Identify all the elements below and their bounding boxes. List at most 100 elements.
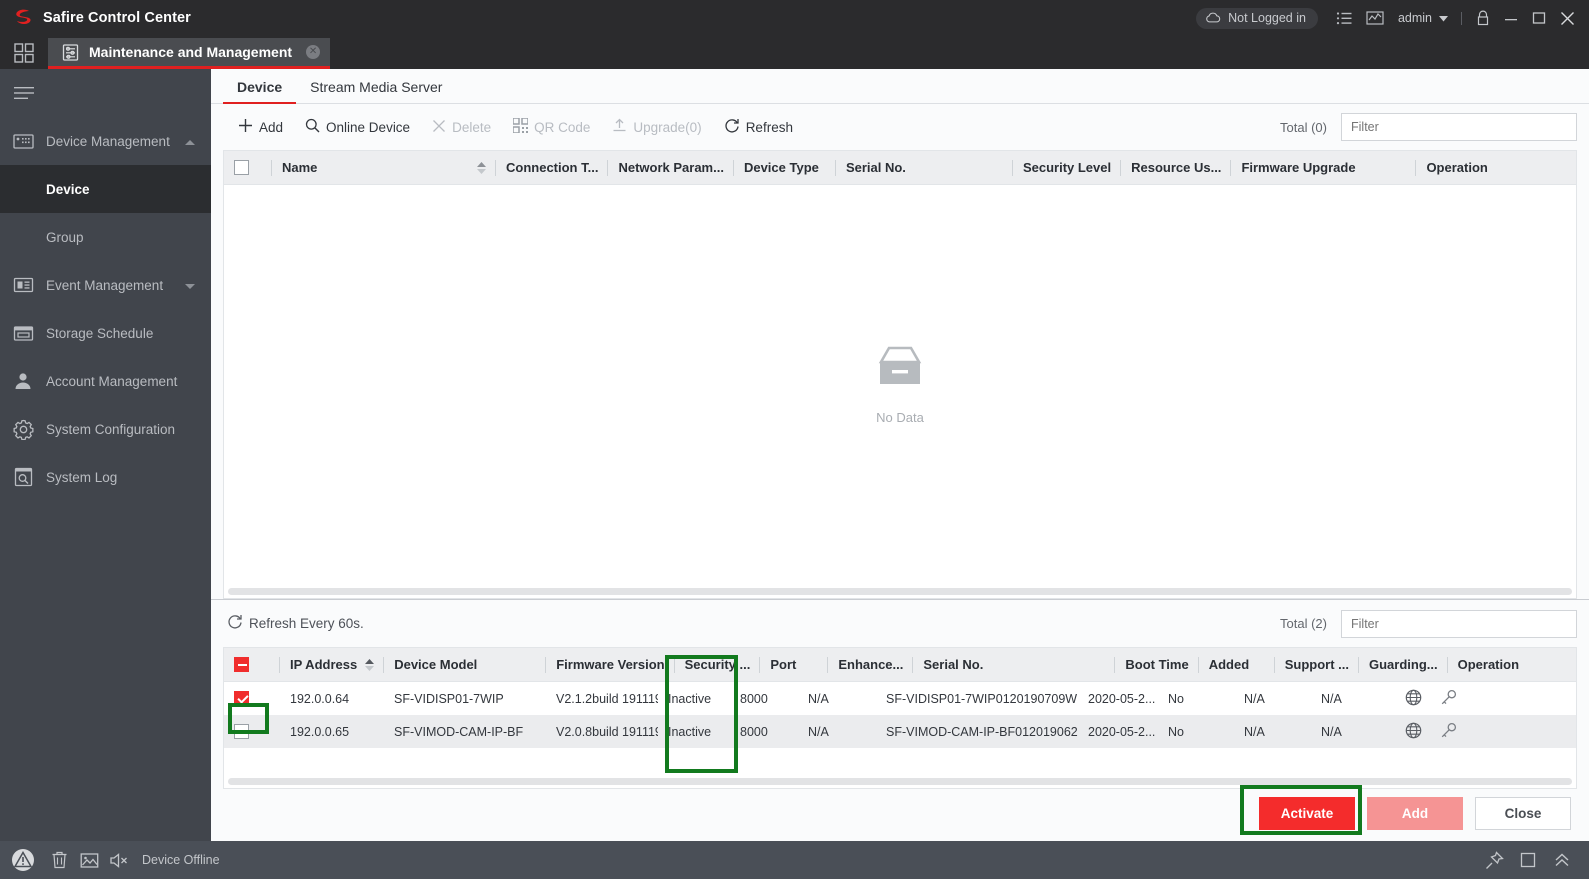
- sidebar-item-device-management[interactable]: Device Management: [0, 117, 211, 165]
- globe-icon[interactable]: [1405, 689, 1422, 709]
- globe-icon[interactable]: [1405, 722, 1422, 742]
- scrollbar-thumb[interactable]: [228, 587, 1572, 595]
- cell-boot-time: 2020-05-2...: [1088, 724, 1156, 739]
- column-operation[interactable]: Operation: [1448, 648, 1576, 682]
- close-button[interactable]: [1553, 5, 1581, 31]
- scrollbar-thumb[interactable]: [228, 777, 1572, 785]
- trash-icon[interactable]: [44, 845, 74, 875]
- lock-icon[interactable]: [1469, 5, 1497, 31]
- picture-icon[interactable]: [74, 845, 104, 875]
- table-row[interactable]: 192.0.0.64 SF-VIDISP01-7WIP V2.1.2build …: [224, 682, 1576, 715]
- tab-maintenance-and-management[interactable]: Maintenance and Management ✕: [48, 38, 331, 69]
- column-firmware-version[interactable]: Firmware Version: [546, 648, 675, 682]
- row-checkbox[interactable]: [234, 724, 249, 739]
- chevron-up-icon[interactable]: [1547, 845, 1577, 875]
- pin-icon[interactable]: [1479, 845, 1509, 875]
- column-enhanced-sdk[interactable]: Enhance...: [828, 648, 914, 682]
- sidebar-item-label: System Log: [46, 469, 118, 485]
- cloud-icon: [1205, 11, 1221, 26]
- device-filter-input[interactable]: [1341, 113, 1577, 141]
- key-icon[interactable]: [1440, 689, 1457, 709]
- column-operation[interactable]: Operation: [1416, 151, 1576, 185]
- key-icon[interactable]: [1440, 722, 1457, 742]
- online-table-hscrollbar[interactable]: [224, 774, 1576, 788]
- sidebar-item-system-log[interactable]: System Log: [0, 453, 211, 501]
- device-table-hscrollbar[interactable]: [224, 584, 1576, 598]
- column-device-type[interactable]: Device Type: [734, 151, 836, 185]
- add-button[interactable]: Add: [1367, 796, 1463, 830]
- tab-stream-media-server[interactable]: Stream Media Server: [296, 79, 456, 104]
- close-button[interactable]: Close: [1475, 796, 1571, 830]
- apps-grid-icon[interactable]: [0, 36, 48, 69]
- column-added[interactable]: Added: [1199, 648, 1275, 682]
- column-connection-type[interactable]: Connection T...: [496, 151, 609, 185]
- cell-firmware-version: V2.0.8build 191119: [556, 724, 658, 739]
- cell-ip-address: 192.0.0.65: [290, 724, 350, 739]
- cell-support-hik-connect: N/A: [1244, 691, 1265, 706]
- column-device-model[interactable]: Device Model: [384, 648, 547, 682]
- column-security-level[interactable]: Security Level: [1013, 151, 1122, 185]
- column-firmware-upgrade[interactable]: Firmware Upgrade: [1231, 151, 1417, 185]
- column-guarding-vision[interactable]: Guarding...: [1359, 648, 1448, 682]
- online-filter-input[interactable]: [1341, 609, 1577, 638]
- activate-button[interactable]: Activate: [1259, 796, 1355, 830]
- column-ip-address[interactable]: IP Address: [280, 648, 385, 682]
- sidebar-item-event-management[interactable]: Event Management: [0, 261, 211, 309]
- empty-box-icon: [869, 345, 931, 398]
- refresh-label: Refresh: [745, 119, 793, 135]
- log-icon: [12, 466, 34, 488]
- maximize-button[interactable]: [1525, 5, 1553, 31]
- tab-device[interactable]: Device: [223, 79, 297, 104]
- sidebar-item-account-management[interactable]: Account Management: [0, 357, 211, 405]
- column-name[interactable]: Name: [272, 151, 496, 185]
- column-serial-no[interactable]: Serial No.: [913, 648, 1116, 682]
- chevron-down-icon: [185, 278, 195, 293]
- add-button[interactable]: Add: [227, 112, 294, 142]
- select-all-checkbox[interactable]: [234, 160, 249, 175]
- sidebar-item-label: Device: [46, 181, 90, 197]
- sidebar-item-storage-schedule[interactable]: Storage Schedule: [0, 309, 211, 357]
- sort-icon[interactable]: [469, 161, 486, 174]
- sort-icon[interactable]: [357, 658, 375, 671]
- column-boot-time[interactable]: Boot Time: [1115, 648, 1200, 682]
- warning-icon[interactable]: [8, 845, 38, 875]
- sidebar-item-device[interactable]: Device: [0, 165, 211, 213]
- select-all-checkbox[interactable]: [234, 657, 249, 672]
- online-device-button[interactable]: Online Device: [294, 112, 421, 142]
- upgrade-button[interactable]: Upgrade(0): [601, 112, 712, 142]
- column-resource-usage[interactable]: Resource Us...: [1121, 151, 1232, 185]
- maintenance-icon: [62, 43, 79, 61]
- online-bar-right: Total (2): [1280, 609, 1577, 638]
- tab-close-icon[interactable]: ✕: [306, 45, 321, 59]
- row-checkbox[interactable]: [234, 691, 249, 706]
- column-network-param[interactable]: Network Param...: [608, 151, 734, 185]
- select-all-checkbox-cell: [224, 151, 272, 185]
- refresh-button[interactable]: Refresh: [713, 112, 804, 142]
- chart-icon[interactable]: [1360, 5, 1390, 31]
- table-row[interactable]: 192.0.0.65 SF-VIMOD-CAM-IP-BF V2.0.8buil…: [224, 715, 1576, 748]
- cell-device-model: SF-VIDISP01-7WIP: [394, 691, 504, 706]
- column-label: IP Address: [290, 657, 358, 672]
- column-port[interactable]: Port: [760, 648, 829, 682]
- sidebar-item-group[interactable]: Group: [0, 213, 211, 261]
- column-security-status[interactable]: Security ...: [675, 648, 761, 682]
- qr-code-button[interactable]: QR Code: [502, 112, 601, 142]
- sidebar-item-label: Account Management: [46, 373, 178, 389]
- empty-state: No Data: [869, 345, 931, 425]
- menu-icon[interactable]: [0, 69, 211, 117]
- delete-label: Delete: [452, 119, 492, 135]
- user-menu[interactable]: admin: [1398, 11, 1448, 25]
- column-serial-no[interactable]: Serial No.: [836, 151, 1013, 185]
- mute-icon[interactable]: [104, 845, 134, 875]
- refresh-interval-label: Refresh Every 60s.: [249, 616, 364, 631]
- sidebar-item-system-configuration[interactable]: System Configuration: [0, 405, 211, 453]
- list-icon[interactable]: [1330, 5, 1360, 31]
- refresh-interval-button[interactable]: Refresh Every 60s.: [227, 609, 375, 639]
- column-support-hik-connect[interactable]: Support ...: [1275, 648, 1360, 682]
- window-icon[interactable]: [1513, 845, 1543, 875]
- cloud-login-status[interactable]: Not Logged in: [1196, 7, 1318, 29]
- delete-button[interactable]: Delete: [421, 112, 502, 142]
- minimize-button[interactable]: [1497, 5, 1525, 31]
- refresh-icon: [227, 614, 243, 633]
- sidebar-item-label: System Configuration: [46, 421, 176, 437]
